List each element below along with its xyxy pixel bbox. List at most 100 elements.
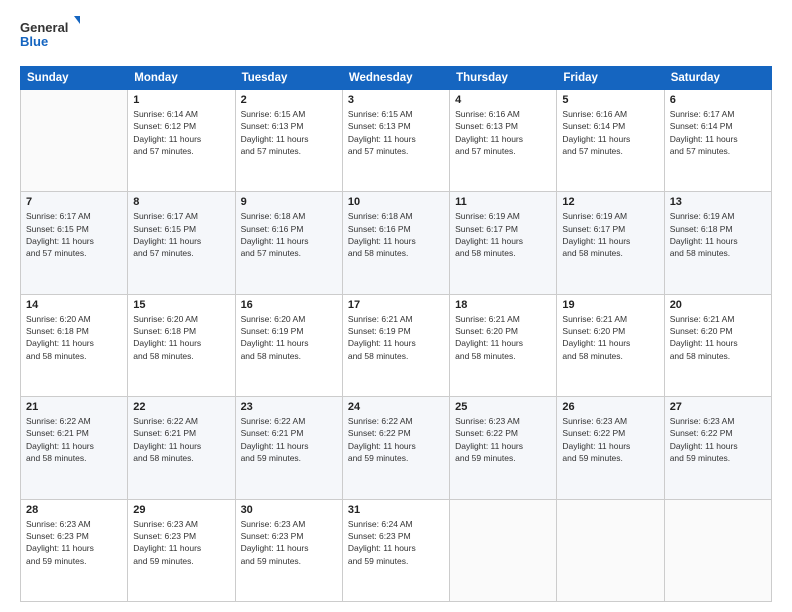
calendar-cell: 6 Sunrise: 6:17 AM Sunset: 6:14 PM Daylig… bbox=[664, 90, 771, 192]
calendar-cell: 8 Sunrise: 6:17 AM Sunset: 6:15 PM Daylig… bbox=[128, 192, 235, 294]
day-number: 13 bbox=[670, 196, 766, 208]
day-number: 27 bbox=[670, 401, 766, 413]
day-info: Sunrise: 6:19 AM Sunset: 6:17 PM Dayligh… bbox=[455, 210, 551, 259]
day-number: 3 bbox=[348, 94, 444, 106]
logo-svg: General Blue bbox=[20, 16, 80, 56]
weekday-header-friday: Friday bbox=[557, 67, 664, 90]
calendar-cell: 5Sunrise: 6:16 AM Sunset: 6:14 PM Daylig… bbox=[557, 90, 664, 192]
day-number: 2 bbox=[241, 94, 337, 106]
day-info: Sunrise: 6:23 AM Sunset: 6:22 PM Dayligh… bbox=[562, 415, 658, 464]
calendar-cell: 4Sunrise: 6:16 AM Sunset: 6:13 PM Daylig… bbox=[450, 90, 557, 192]
day-info: Sunrise: 6:15 AM Sunset: 6:13 PM Dayligh… bbox=[348, 108, 444, 157]
weekday-header-saturday: Saturday bbox=[664, 67, 771, 90]
calendar-cell: 27 Sunrise: 6:23 AM Sunset: 6:22 PM Dayli… bbox=[664, 397, 771, 499]
day-info: Sunrise: 6:20 AM Sunset: 6:19 PM Dayligh… bbox=[241, 313, 337, 362]
day-number: 24 bbox=[348, 401, 444, 413]
day-info: Sunrise: 6:19 AM Sunset: 6:17 PM Dayligh… bbox=[562, 210, 658, 259]
weekday-header-wednesday: Wednesday bbox=[342, 67, 449, 90]
day-number: 28 bbox=[26, 504, 122, 516]
day-number: 29 bbox=[133, 504, 229, 516]
page-header: General Blue bbox=[20, 16, 772, 56]
svg-text:General: General bbox=[20, 20, 68, 35]
calendar-week-row: 7 Sunrise: 6:17 AM Sunset: 6:15 PM Daylig… bbox=[21, 192, 772, 294]
day-number: 6 bbox=[670, 94, 766, 106]
day-number: 4 bbox=[455, 94, 551, 106]
calendar-cell bbox=[450, 499, 557, 601]
day-number: 11 bbox=[455, 196, 551, 208]
day-info: Sunrise: 6:24 AM Sunset: 6:23 PM Dayligh… bbox=[348, 518, 444, 567]
calendar-cell: 17 Sunrise: 6:21 AM Sunset: 6:19 PM Dayli… bbox=[342, 294, 449, 396]
calendar-cell: 16 Sunrise: 6:20 AM Sunset: 6:19 PM Dayli… bbox=[235, 294, 342, 396]
day-number: 9 bbox=[241, 196, 337, 208]
calendar-week-row: 21 Sunrise: 6:22 AM Sunset: 6:21 PM Dayli… bbox=[21, 397, 772, 499]
day-info: Sunrise: 6:21 AM Sunset: 6:19 PM Dayligh… bbox=[348, 313, 444, 362]
day-info: Sunrise: 6:20 AM Sunset: 6:18 PM Dayligh… bbox=[133, 313, 229, 362]
day-info: Sunrise: 6:20 AM Sunset: 6:18 PM Dayligh… bbox=[26, 313, 122, 362]
day-number: 21 bbox=[26, 401, 122, 413]
day-info: Sunrise: 6:22 AM Sunset: 6:22 PM Dayligh… bbox=[348, 415, 444, 464]
day-info: Sunrise: 6:14 AM Sunset: 6:12 PM Dayligh… bbox=[133, 108, 229, 157]
day-number: 17 bbox=[348, 299, 444, 311]
day-number: 8 bbox=[133, 196, 229, 208]
day-number: 14 bbox=[26, 299, 122, 311]
day-info: Sunrise: 6:23 AM Sunset: 6:22 PM Dayligh… bbox=[670, 415, 766, 464]
day-info: Sunrise: 6:18 AM Sunset: 6:16 PM Dayligh… bbox=[241, 210, 337, 259]
calendar-cell: 25Sunrise: 6:23 AM Sunset: 6:22 PM Dayli… bbox=[450, 397, 557, 499]
day-number: 22 bbox=[133, 401, 229, 413]
day-info: Sunrise: 6:15 AM Sunset: 6:13 PM Dayligh… bbox=[241, 108, 337, 157]
day-info: Sunrise: 6:17 AM Sunset: 6:14 PM Dayligh… bbox=[670, 108, 766, 157]
day-info: Sunrise: 6:17 AM Sunset: 6:15 PM Dayligh… bbox=[133, 210, 229, 259]
calendar-cell: 21 Sunrise: 6:22 AM Sunset: 6:21 PM Dayli… bbox=[21, 397, 128, 499]
day-info: Sunrise: 6:22 AM Sunset: 6:21 PM Dayligh… bbox=[26, 415, 122, 464]
calendar-cell: 23 Sunrise: 6:22 AM Sunset: 6:21 PM Dayli… bbox=[235, 397, 342, 499]
day-info: Sunrise: 6:16 AM Sunset: 6:14 PM Dayligh… bbox=[562, 108, 658, 157]
day-number: 10 bbox=[348, 196, 444, 208]
weekday-header-sunday: Sunday bbox=[21, 67, 128, 90]
calendar-cell: 11 Sunrise: 6:19 AM Sunset: 6:17 PM Dayli… bbox=[450, 192, 557, 294]
calendar-week-row: 28 Sunrise: 6:23 AM Sunset: 6:23 PM Dayli… bbox=[21, 499, 772, 601]
calendar-cell: 3 Sunrise: 6:15 AM Sunset: 6:13 PM Daylig… bbox=[342, 90, 449, 192]
day-number: 15 bbox=[133, 299, 229, 311]
calendar-cell: 9 Sunrise: 6:18 AM Sunset: 6:16 PM Daylig… bbox=[235, 192, 342, 294]
weekday-header-monday: Monday bbox=[128, 67, 235, 90]
calendar-cell: 24 Sunrise: 6:22 AM Sunset: 6:22 PM Dayli… bbox=[342, 397, 449, 499]
calendar-cell: 12 Sunrise: 6:19 AM Sunset: 6:17 PM Dayli… bbox=[557, 192, 664, 294]
calendar-cell: 26 Sunrise: 6:23 AM Sunset: 6:22 PM Dayli… bbox=[557, 397, 664, 499]
day-info: Sunrise: 6:17 AM Sunset: 6:15 PM Dayligh… bbox=[26, 210, 122, 259]
calendar-cell bbox=[21, 90, 128, 192]
day-number: 19 bbox=[562, 299, 658, 311]
calendar-cell: 28 Sunrise: 6:23 AM Sunset: 6:23 PM Dayli… bbox=[21, 499, 128, 601]
calendar-cell: 14 Sunrise: 6:20 AM Sunset: 6:18 PM Dayli… bbox=[21, 294, 128, 396]
calendar-cell: 2 Sunrise: 6:15 AM Sunset: 6:13 PM Daylig… bbox=[235, 90, 342, 192]
calendar-cell: 29 Sunrise: 6:23 AM Sunset: 6:23 PM Dayli… bbox=[128, 499, 235, 601]
calendar-cell: 31Sunrise: 6:24 AM Sunset: 6:23 PM Dayli… bbox=[342, 499, 449, 601]
svg-text:Blue: Blue bbox=[20, 34, 48, 49]
day-number: 12 bbox=[562, 196, 658, 208]
calendar-cell: 30 Sunrise: 6:23 AM Sunset: 6:23 PM Dayli… bbox=[235, 499, 342, 601]
calendar-cell: 13 Sunrise: 6:19 AM Sunset: 6:18 PM Dayli… bbox=[664, 192, 771, 294]
day-number: 7 bbox=[26, 196, 122, 208]
calendar-cell: 15 Sunrise: 6:20 AM Sunset: 6:18 PM Dayli… bbox=[128, 294, 235, 396]
day-number: 30 bbox=[241, 504, 337, 516]
weekday-header-tuesday: Tuesday bbox=[235, 67, 342, 90]
calendar-cell: 18Sunrise: 6:21 AM Sunset: 6:20 PM Dayli… bbox=[450, 294, 557, 396]
day-info: Sunrise: 6:21 AM Sunset: 6:20 PM Dayligh… bbox=[455, 313, 551, 362]
day-number: 1 bbox=[133, 94, 229, 106]
calendar-cell: 7 Sunrise: 6:17 AM Sunset: 6:15 PM Daylig… bbox=[21, 192, 128, 294]
day-number: 20 bbox=[670, 299, 766, 311]
day-number: 26 bbox=[562, 401, 658, 413]
day-info: Sunrise: 6:23 AM Sunset: 6:23 PM Dayligh… bbox=[26, 518, 122, 567]
day-number: 23 bbox=[241, 401, 337, 413]
day-info: Sunrise: 6:21 AM Sunset: 6:20 PM Dayligh… bbox=[562, 313, 658, 362]
calendar-header-row: SundayMondayTuesdayWednesdayThursdayFrid… bbox=[21, 67, 772, 90]
day-info: Sunrise: 6:23 AM Sunset: 6:23 PM Dayligh… bbox=[133, 518, 229, 567]
day-info: Sunrise: 6:22 AM Sunset: 6:21 PM Dayligh… bbox=[133, 415, 229, 464]
calendar-week-row: 1 Sunrise: 6:14 AM Sunset: 6:12 PM Daylig… bbox=[21, 90, 772, 192]
day-info: Sunrise: 6:23 AM Sunset: 6:23 PM Dayligh… bbox=[241, 518, 337, 567]
calendar-cell bbox=[557, 499, 664, 601]
day-info: Sunrise: 6:23 AM Sunset: 6:22 PM Dayligh… bbox=[455, 415, 551, 464]
day-number: 16 bbox=[241, 299, 337, 311]
day-info: Sunrise: 6:19 AM Sunset: 6:18 PM Dayligh… bbox=[670, 210, 766, 259]
calendar-cell: 22 Sunrise: 6:22 AM Sunset: 6:21 PM Dayli… bbox=[128, 397, 235, 499]
day-info: Sunrise: 6:22 AM Sunset: 6:21 PM Dayligh… bbox=[241, 415, 337, 464]
